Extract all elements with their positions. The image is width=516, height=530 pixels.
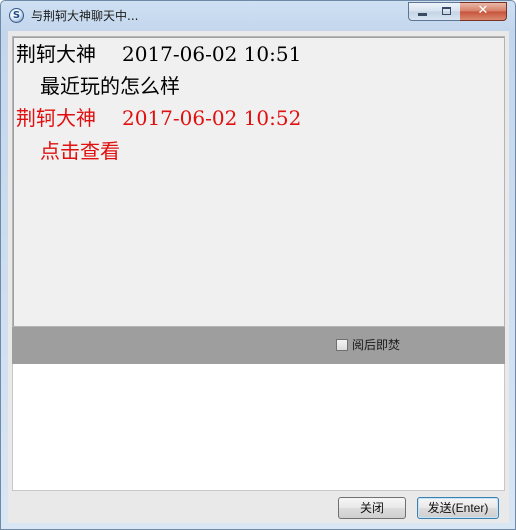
chat-app-icon: S: [9, 8, 24, 23]
message-history[interactable]: 荆轲大神 2017-06-02 10:51 最近玩的怎么样 荆轲大神 2017-06…: [12, 36, 505, 327]
message-header: 荆轲大神 2017-06-02 10:52: [16, 105, 301, 131]
send-button[interactable]: 发送(Enter): [417, 497, 499, 519]
minimize-button[interactable]: [408, 2, 435, 21]
close-icon: ✕: [477, 3, 489, 18]
window-title: 与荆轲大神聊天中...: [31, 9, 139, 23]
window-client-area: 荆轲大神 2017-06-02 10:51 最近玩的怎么样 荆轲大神 2017-06…: [8, 31, 509, 523]
burn-after-reading-label[interactable]: 阅后即焚: [352, 337, 400, 353]
message-time: 2017-06-02 10:51: [122, 42, 302, 66]
minimize-icon: [418, 13, 427, 16]
chat-window: S 与荆轲大神聊天中... ✕ 荆轲大神 2017-06-02 10:51 最近玩…: [0, 0, 516, 530]
maximize-button[interactable]: [434, 2, 461, 21]
message-sender: 荆轲大神: [16, 42, 96, 66]
title-bar[interactable]: S 与荆轲大神聊天中... ✕: [1, 1, 515, 31]
close-chat-button[interactable]: 关闭: [338, 497, 406, 519]
maximize-icon: [442, 7, 451, 15]
burn-after-reading-checkbox[interactable]: [336, 339, 348, 351]
compose-toolbar: 阅后即焚: [12, 327, 505, 364]
close-window-button[interactable]: ✕: [460, 2, 507, 21]
message-header: 荆轲大神 2017-06-02 10:51: [16, 41, 301, 67]
message-time: 2017-06-02 10:52: [122, 106, 302, 130]
action-bar: 关闭 发送(Enter): [12, 491, 505, 523]
message-text: 最近玩的怎么样: [40, 74, 180, 98]
message-link[interactable]: 点击查看: [40, 138, 120, 164]
message-sender: 荆轲大神: [16, 106, 96, 130]
message-input[interactable]: [12, 364, 505, 491]
